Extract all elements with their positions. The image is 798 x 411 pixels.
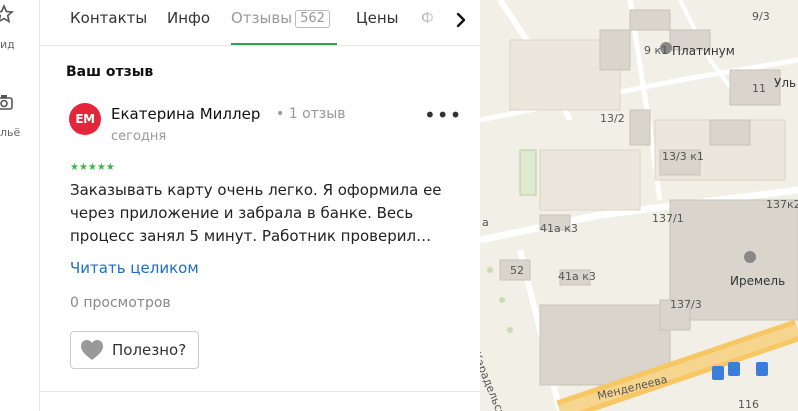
tab-contacts[interactable]: Контакты: [70, 8, 147, 28]
heart-icon: [81, 340, 103, 360]
map-view[interactable]: 9/3 9 к1 Платинум Уль 11 13/2 13/3 к1 13…: [480, 0, 798, 411]
tab-bar: Контакты Инфо Отзывы562 Цены Ф: [40, 0, 480, 46]
tab-info[interactable]: Инфо: [167, 8, 210, 28]
chevron-right-icon[interactable]: [448, 8, 474, 32]
org-panel: Контакты Инфо Отзывы562 Цены Ф Ваш отзыв…: [40, 0, 480, 411]
active-tab-indicator: [231, 43, 337, 45]
review-text-line: Заказывать карту очень легко. Я оформила…: [70, 181, 442, 199]
tab-prices[interactable]: Цены: [356, 8, 399, 28]
left-rail: ид льё: [0, 0, 40, 411]
map-label: Платинум: [672, 44, 735, 58]
review-date: сегодня: [111, 129, 167, 144]
map-label: 13/2: [600, 112, 625, 125]
map-label: 41а к3: [558, 270, 596, 283]
map-canvas: [480, 0, 798, 411]
useful-button-label: Полезно?: [112, 341, 187, 359]
more-options-icon[interactable]: •••: [424, 105, 461, 128]
map-label: 52: [510, 264, 524, 277]
rail-label-1: ид: [0, 38, 15, 51]
reviews-count-badge: 562: [295, 10, 330, 28]
author-review-count: • 1 отзыв: [276, 106, 346, 122]
map-label: а: [482, 216, 489, 229]
map-label: 13/3 к1: [662, 150, 704, 163]
section-title: Ваш отзыв: [66, 64, 154, 80]
map-label: 9 к1: [644, 44, 669, 57]
author-name[interactable]: Екатерина Миллер: [111, 105, 260, 123]
map-label: 137/1: [652, 212, 684, 225]
avatar[interactable]: ЕМ: [69, 103, 101, 135]
star-icon[interactable]: [0, 4, 14, 24]
review-text-line: процесс занял 5 минут. Работник проверил…: [70, 227, 432, 245]
tab-reviews-label: Отзывы: [231, 9, 293, 27]
divider: [40, 391, 480, 392]
map-label: 11: [752, 82, 766, 95]
map-label: Иремель: [730, 274, 786, 288]
map-label: 137/3: [670, 298, 702, 311]
rail-label-2: льё: [0, 126, 21, 139]
map-label: 9/3: [752, 10, 770, 23]
map-label: 116: [738, 398, 759, 411]
read-more-link[interactable]: Читать целиком: [70, 259, 199, 277]
map-label: 137к2: [766, 198, 798, 211]
useful-button[interactable]: Полезно?: [70, 331, 199, 369]
review-text: Заказывать карту очень легко. Я оформила…: [70, 179, 450, 248]
views-count: 0 просмотров: [70, 295, 171, 311]
map-label: 41а к3: [540, 222, 578, 235]
camera-icon[interactable]: [0, 92, 14, 112]
tab-reviews[interactable]: Отзывы 562: [231, 8, 330, 28]
rating-stars: ★★★★★: [70, 162, 115, 173]
review-text-line: через приложение и забрала в банке. Весь: [70, 204, 414, 222]
map-label: Уль: [774, 76, 797, 90]
